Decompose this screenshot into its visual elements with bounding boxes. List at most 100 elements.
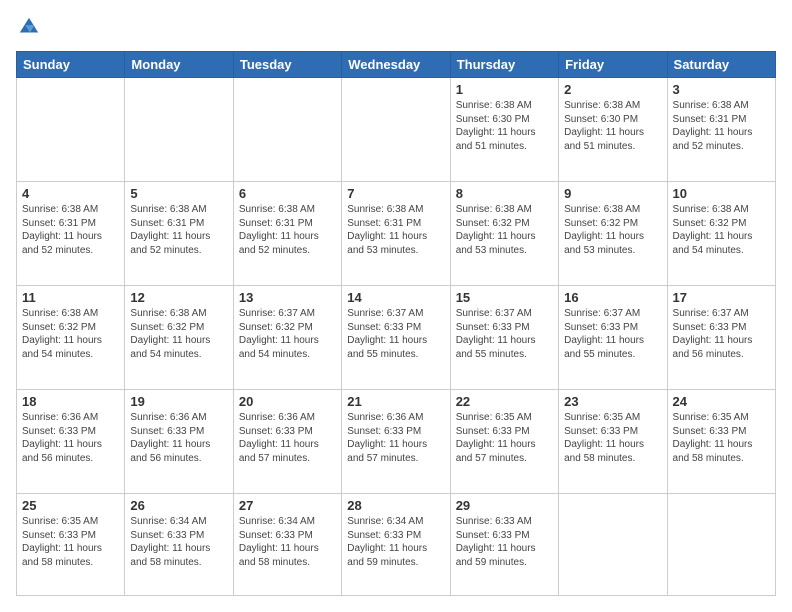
calendar-cell	[125, 78, 233, 182]
day-of-week-header: Sunday	[17, 52, 125, 78]
day-number: 26	[130, 498, 227, 513]
day-info: Sunrise: 6:38 AM Sunset: 6:32 PM Dayligh…	[22, 307, 119, 361]
day-number: 24	[673, 394, 770, 409]
day-info: Sunrise: 6:37 AM Sunset: 6:33 PM Dayligh…	[673, 307, 770, 361]
day-info: Sunrise: 6:36 AM Sunset: 6:33 PM Dayligh…	[22, 411, 119, 465]
day-number: 4	[22, 186, 119, 201]
day-number: 18	[22, 394, 119, 409]
day-info: Sunrise: 6:36 AM Sunset: 6:33 PM Dayligh…	[239, 411, 336, 465]
calendar-cell: 9 Sunrise: 6:38 AM Sunset: 6:32 PM Daylig…	[559, 182, 667, 286]
calendar-week-row: 25 Sunrise: 6:35 AM Sunset: 6:33 PM Dayli…	[17, 494, 776, 596]
calendar-cell: 21 Sunrise: 6:36 AM Sunset: 6:33 PM Dayli…	[342, 390, 450, 494]
day-number: 13	[239, 290, 336, 305]
day-number: 17	[673, 290, 770, 305]
calendar-cell: 11Sunrise: 6:38 AM Sunset: 6:32 PM Dayli…	[17, 286, 125, 390]
day-number: 15	[456, 290, 553, 305]
day-info: Sunrise: 6:38 AM Sunset: 6:31 PM Dayligh…	[673, 99, 770, 153]
day-info: Sunrise: 6:34 AM Sunset: 6:33 PM Dayligh…	[239, 515, 336, 569]
calendar-cell: 15 Sunrise: 6:37 AM Sunset: 6:33 PM Dayli…	[450, 286, 558, 390]
calendar-week-row: 4 Sunrise: 6:38 AM Sunset: 6:31 PM Daylig…	[17, 182, 776, 286]
calendar-cell: 27 Sunrise: 6:34 AM Sunset: 6:33 PM Dayli…	[233, 494, 341, 596]
day-info: Sunrise: 6:38 AM Sunset: 6:31 PM Dayligh…	[22, 203, 119, 257]
day-info: Sunrise: 6:37 AM Sunset: 6:33 PM Dayligh…	[456, 307, 553, 361]
day-number: 22	[456, 394, 553, 409]
day-info: Sunrise: 6:34 AM Sunset: 6:33 PM Dayligh…	[347, 515, 444, 569]
day-info: Sunrise: 6:36 AM Sunset: 6:33 PM Dayligh…	[130, 411, 227, 465]
calendar-week-row: 1 Sunrise: 6:38 AM Sunset: 6:30 PM Daylig…	[17, 78, 776, 182]
calendar-cell: 5 Sunrise: 6:38 AM Sunset: 6:31 PM Daylig…	[125, 182, 233, 286]
day-number: 5	[130, 186, 227, 201]
day-info: Sunrise: 6:34 AM Sunset: 6:33 PM Dayligh…	[130, 515, 227, 569]
calendar-cell	[667, 494, 775, 596]
day-number: 7	[347, 186, 444, 201]
day-info: Sunrise: 6:37 AM Sunset: 6:32 PM Dayligh…	[239, 307, 336, 361]
day-number: 3	[673, 82, 770, 97]
calendar-cell: 12 Sunrise: 6:38 AM Sunset: 6:32 PM Dayli…	[125, 286, 233, 390]
day-info: Sunrise: 6:36 AM Sunset: 6:33 PM Dayligh…	[347, 411, 444, 465]
day-of-week-header: Wednesday	[342, 52, 450, 78]
calendar-week-row: 18 Sunrise: 6:36 AM Sunset: 6:33 PM Dayli…	[17, 390, 776, 494]
day-number: 1	[456, 82, 553, 97]
calendar-cell: 20Sunrise: 6:36 AM Sunset: 6:33 PM Dayli…	[233, 390, 341, 494]
calendar-cell: 23 Sunrise: 6:35 AM Sunset: 6:33 PM Dayli…	[559, 390, 667, 494]
day-info: Sunrise: 6:38 AM Sunset: 6:30 PM Dayligh…	[456, 99, 553, 153]
day-number: 10	[673, 186, 770, 201]
day-number: 25	[22, 498, 119, 513]
calendar-table: SundayMondayTuesdayWednesdayThursdayFrid…	[16, 51, 776, 596]
calendar-cell: 8 Sunrise: 6:38 AM Sunset: 6:32 PM Daylig…	[450, 182, 558, 286]
calendar-cell: 2 Sunrise: 6:38 AM Sunset: 6:30 PM Daylig…	[559, 78, 667, 182]
day-number: 27	[239, 498, 336, 513]
logo	[16, 16, 40, 43]
calendar-cell: 7 Sunrise: 6:38 AM Sunset: 6:31 PM Daylig…	[342, 182, 450, 286]
day-info: Sunrise: 6:37 AM Sunset: 6:33 PM Dayligh…	[564, 307, 661, 361]
day-number: 2	[564, 82, 661, 97]
day-info: Sunrise: 6:33 AM Sunset: 6:33 PM Dayligh…	[456, 515, 553, 569]
calendar-cell: 16 Sunrise: 6:37 AM Sunset: 6:33 PM Dayli…	[559, 286, 667, 390]
day-info: Sunrise: 6:35 AM Sunset: 6:33 PM Dayligh…	[673, 411, 770, 465]
day-info: Sunrise: 6:38 AM Sunset: 6:31 PM Dayligh…	[239, 203, 336, 257]
day-info: Sunrise: 6:38 AM Sunset: 6:31 PM Dayligh…	[347, 203, 444, 257]
day-info: Sunrise: 6:38 AM Sunset: 6:30 PM Dayligh…	[564, 99, 661, 153]
day-info: Sunrise: 6:35 AM Sunset: 6:33 PM Dayligh…	[22, 515, 119, 569]
day-number: 29	[456, 498, 553, 513]
day-info: Sunrise: 6:37 AM Sunset: 6:33 PM Dayligh…	[347, 307, 444, 361]
day-number: 12	[130, 290, 227, 305]
day-info: Sunrise: 6:38 AM Sunset: 6:32 PM Dayligh…	[456, 203, 553, 257]
day-number: 8	[456, 186, 553, 201]
day-number: 23	[564, 394, 661, 409]
day-number: 9	[564, 186, 661, 201]
day-of-week-header: Thursday	[450, 52, 558, 78]
day-of-week-header: Saturday	[667, 52, 775, 78]
calendar-cell: 14 Sunrise: 6:37 AM Sunset: 6:33 PM Dayli…	[342, 286, 450, 390]
day-info: Sunrise: 6:38 AM Sunset: 6:31 PM Dayligh…	[130, 203, 227, 257]
calendar-cell: 3 Sunrise: 6:38 AM Sunset: 6:31 PM Daylig…	[667, 78, 775, 182]
day-number: 14	[347, 290, 444, 305]
calendar-cell	[17, 78, 125, 182]
day-of-week-header: Monday	[125, 52, 233, 78]
calendar-cell: 22 Sunrise: 6:35 AM Sunset: 6:33 PM Dayli…	[450, 390, 558, 494]
day-number: 6	[239, 186, 336, 201]
calendar-cell	[559, 494, 667, 596]
day-info: Sunrise: 6:35 AM Sunset: 6:33 PM Dayligh…	[564, 411, 661, 465]
logo-icon	[18, 16, 40, 38]
calendar-cell: 18 Sunrise: 6:36 AM Sunset: 6:33 PM Dayli…	[17, 390, 125, 494]
calendar-cell: 6 Sunrise: 6:38 AM Sunset: 6:31 PM Daylig…	[233, 182, 341, 286]
calendar-cell: 19Sunrise: 6:36 AM Sunset: 6:33 PM Dayli…	[125, 390, 233, 494]
day-number: 21	[347, 394, 444, 409]
day-info: Sunrise: 6:35 AM Sunset: 6:33 PM Dayligh…	[456, 411, 553, 465]
day-of-week-header: Tuesday	[233, 52, 341, 78]
day-info: Sunrise: 6:38 AM Sunset: 6:32 PM Dayligh…	[673, 203, 770, 257]
calendar-cell	[233, 78, 341, 182]
calendar-week-row: 11Sunrise: 6:38 AM Sunset: 6:32 PM Dayli…	[17, 286, 776, 390]
calendar-cell: 26 Sunrise: 6:34 AM Sunset: 6:33 PM Dayli…	[125, 494, 233, 596]
calendar-cell: 28Sunrise: 6:34 AM Sunset: 6:33 PM Dayli…	[342, 494, 450, 596]
calendar-cell: 1 Sunrise: 6:38 AM Sunset: 6:30 PM Daylig…	[450, 78, 558, 182]
day-number: 16	[564, 290, 661, 305]
day-info: Sunrise: 6:38 AM Sunset: 6:32 PM Dayligh…	[564, 203, 661, 257]
calendar-cell: 4 Sunrise: 6:38 AM Sunset: 6:31 PM Daylig…	[17, 182, 125, 286]
calendar-cell: 13 Sunrise: 6:37 AM Sunset: 6:32 PM Dayli…	[233, 286, 341, 390]
header	[16, 16, 776, 43]
calendar-cell: 29 Sunrise: 6:33 AM Sunset: 6:33 PM Dayli…	[450, 494, 558, 596]
day-info: Sunrise: 6:38 AM Sunset: 6:32 PM Dayligh…	[130, 307, 227, 361]
day-of-week-header: Friday	[559, 52, 667, 78]
